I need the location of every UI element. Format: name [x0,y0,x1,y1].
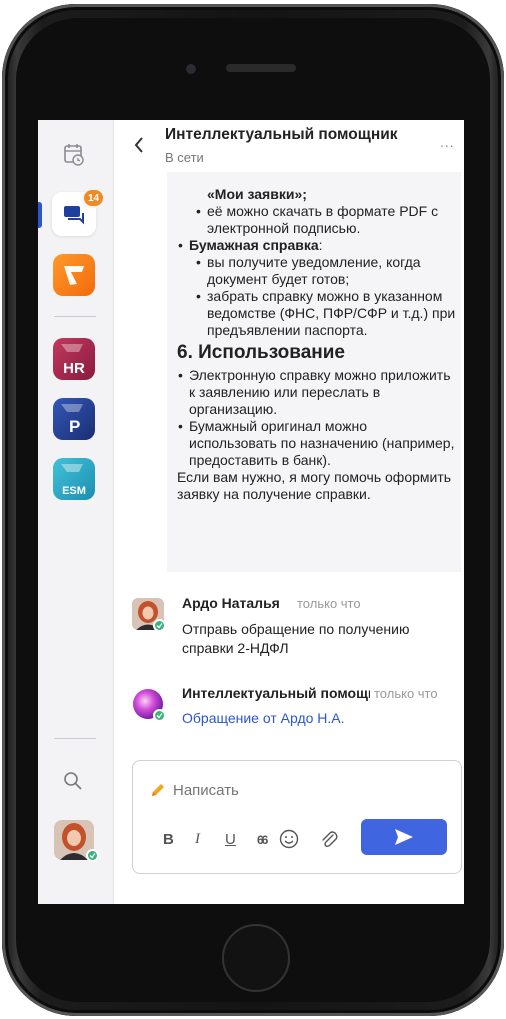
chat-title: Интеллектуальный помощник [165,126,398,143]
bot-line: Бумажная справка: [177,237,457,254]
hr-app-label: HR [63,360,85,377]
chat-status: В сети [165,150,204,165]
more-options-button[interactable]: ... [440,134,455,150]
camera-icon [186,64,196,74]
emoji-icon[interactable] [279,829,299,849]
home-button[interactable] [222,924,290,992]
app-screen: 14 HR P ESM «Мои заявки»; • её можно ска… [38,120,464,904]
bot-line: Бумажный оригинал можно использовать по … [177,418,457,469]
sidebar-divider-bottom [54,738,96,739]
underline-button[interactable]: U [225,831,236,848]
active-indicator [38,202,42,228]
p-app-tile[interactable]: P [53,398,95,440]
orange-app-logo-icon [64,266,84,285]
online-status-icon [86,849,99,862]
bot-heading: 6. Использование [177,342,346,363]
message-text: Отправь обращение по получению справки 2… [182,621,410,656]
sidebar-divider [54,316,96,317]
bot-line: забрать справку можно в указанном ведомс… [195,288,457,339]
bot-closing: Если вам нужно, я могу помочь оформить з… [177,469,452,502]
chat-panel: «Мои заявки»; её можно скачать в формате… [115,120,464,904]
message-composer: B I U 66 [132,760,462,874]
send-button[interactable] [361,819,447,855]
p-app-label: P [69,417,81,436]
pencil-icon [152,784,164,796]
bot-line: «Мои заявки»; [207,186,307,202]
paperclip-icon[interactable] [319,829,339,849]
calendar-button[interactable] [52,132,96,176]
bot-line: её можно скачать в формате PDF с электро… [195,203,457,237]
online-status-icon [153,709,166,722]
bot-line: вы получите уведомление, когда документ … [195,254,457,288]
chat-icon [64,206,84,225]
hr-app-tile[interactable]: HR [53,338,95,380]
online-status-icon [153,619,166,632]
message-input[interactable] [173,782,373,799]
sidebar: 14 HR P ESM [38,120,114,904]
chevron-left-icon [134,137,143,153]
search-button[interactable] [58,766,88,796]
bot-message-bubble: «Мои заявки»; её можно скачать в формате… [167,160,461,572]
chat-header: Интеллектуальный помощник В сети ... [115,120,464,172]
back-button[interactable] [133,134,149,156]
bold-button[interactable]: B [163,831,174,848]
send-icon [395,829,413,845]
italic-button[interactable]: I [195,831,200,848]
message-time: только что [374,686,438,701]
message-time: только что [297,596,361,611]
request-link[interactable]: Обращение от Ардо Н.А. [182,710,345,726]
search-icon [64,772,82,790]
message-author[interactable]: Ардо Наталья [182,595,292,611]
speaker-grille [226,64,296,72]
message-author[interactable]: Интеллектуальный помощник [182,685,370,701]
bot-line: Электронную справку можно приложить к за… [177,367,457,418]
unread-badge: 14 [82,188,106,208]
esm-app-label: ESM [62,485,86,497]
bot-line-bold: Бумажная справка [189,237,319,253]
orange-app-tile[interactable] [53,254,95,296]
bot-line-tail: : [318,237,323,253]
esm-app-tile[interactable]: ESM [53,458,95,500]
calendar-clock-icon [64,144,84,166]
quote-button[interactable]: 66 [257,833,268,847]
